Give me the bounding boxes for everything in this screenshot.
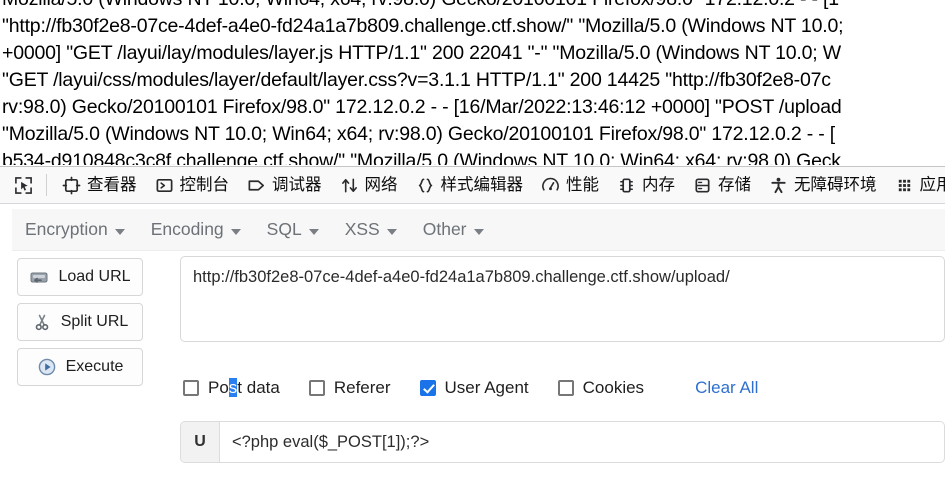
log-line: "GET /layui/css/modules/layer/default/la… xyxy=(2,69,831,91)
storage-icon xyxy=(693,176,712,195)
menu-other[interactable]: Other xyxy=(410,209,497,251)
checkbox-post-data[interactable]: Post data xyxy=(183,378,280,398)
menu-sql[interactable]: SQL xyxy=(254,209,332,251)
console-icon xyxy=(155,176,174,195)
access-log-lines: Mozilla/5.0 (Windows NT 10.0; Win64; x64… xyxy=(2,0,945,165)
tab-label: 网络 xyxy=(364,175,398,194)
menu-label: Encryption xyxy=(25,219,108,239)
log-line: rv:98.0) Gecko/20100101 Firefox/98.0" 17… xyxy=(2,96,842,118)
button-label: Split URL xyxy=(60,313,129,330)
user-agent-input[interactable] xyxy=(220,422,944,462)
tab-label: 控制台 xyxy=(179,175,230,194)
checkbox-label: Post data xyxy=(208,378,280,398)
execute-button[interactable]: Execute xyxy=(17,348,143,386)
network-icon xyxy=(340,176,359,195)
chevron-down-icon xyxy=(114,228,125,235)
chevron-down-icon xyxy=(386,228,397,235)
log-line: b534-d910848c3c8f.challenge.ctf.show/" "… xyxy=(2,150,841,165)
tab-accessibility[interactable]: 无障碍环境 xyxy=(760,170,886,200)
devtools-toolbar: 查看器 控制台 调试器 网络 样式编辑器 性能 内存 存储 无障碍环境 应 xyxy=(0,166,945,204)
url-input[interactable] xyxy=(180,256,945,342)
hackbar-fields: Post data Referer User Agent Cookies Cle… xyxy=(180,256,945,463)
tab-network[interactable]: 网络 xyxy=(331,170,407,200)
hackbar-panel: Encryption Encoding SQL XSS Other Load U… xyxy=(0,204,945,502)
label-text-after: t data xyxy=(237,378,280,397)
tab-label: 性能 xyxy=(566,175,599,194)
tab-inspector[interactable]: 查看器 xyxy=(53,170,146,200)
tab-label: 内存 xyxy=(642,175,675,194)
menu-xss[interactable]: XSS xyxy=(332,209,410,251)
tab-console[interactable]: 控制台 xyxy=(146,170,239,200)
tab-label: 调试器 xyxy=(272,175,322,194)
tab-label: 样式编辑器 xyxy=(440,175,524,194)
memory-icon xyxy=(617,176,636,195)
checkbox-label: User Agent xyxy=(444,378,529,397)
tab-memory[interactable]: 内存 xyxy=(608,170,684,200)
menu-label: SQL xyxy=(266,219,302,239)
checkbox-user-agent[interactable]: User Agent xyxy=(419,378,529,398)
load-url-button[interactable]: Load URL xyxy=(17,258,143,296)
debugger-icon xyxy=(247,176,266,195)
split-url-button[interactable]: Split URL xyxy=(17,303,143,341)
inspector-icon xyxy=(62,176,81,195)
checkbox-referer[interactable]: Referer xyxy=(308,378,391,398)
menu-encoding[interactable]: Encoding xyxy=(138,209,254,251)
hackbar-menubar: Encryption Encoding SQL XSS Other xyxy=(12,209,945,251)
tab-label: 应用程序 xyxy=(919,175,945,194)
request-options-row: Post data Referer User Agent Cookies Cle… xyxy=(180,368,945,408)
log-line: "http://fb30f2e8-07ce-4def-a4e0-fd24a1a7… xyxy=(2,15,844,37)
tab-label: 无障碍环境 xyxy=(794,175,877,194)
play-icon xyxy=(37,357,57,377)
load-url-icon xyxy=(29,267,49,287)
menu-label: XSS xyxy=(344,219,380,239)
label-text-before: Po xyxy=(208,378,229,397)
chevron-down-icon xyxy=(473,228,484,235)
style-editor-icon xyxy=(416,176,435,195)
checkbox-cookies[interactable]: Cookies xyxy=(557,378,645,398)
application-icon xyxy=(895,176,914,195)
accessibility-icon xyxy=(769,176,788,195)
user-agent-prefix-label: U xyxy=(181,422,220,462)
element-picker-button[interactable] xyxy=(6,170,40,200)
menu-label: Encoding xyxy=(150,219,224,239)
log-line: Mozilla/5.0 (Windows NT 10.0; Win64; x64… xyxy=(2,0,945,13)
checkbox-label: Referer xyxy=(333,378,391,397)
user-agent-row: U xyxy=(180,421,945,463)
checkbox-label: Cookies xyxy=(582,378,645,397)
tab-label: 查看器 xyxy=(87,175,137,194)
access-log-output: Mozilla/5.0 (Windows NT 10.0; Win64; x64… xyxy=(0,0,945,165)
scissors-icon xyxy=(32,312,52,332)
hackbar-action-buttons: Load URL Split URL Execute xyxy=(17,258,143,393)
tab-application[interactable]: 应用程序 xyxy=(886,170,945,200)
button-label: Execute xyxy=(65,358,124,375)
checkbox-box[interactable] xyxy=(183,380,199,396)
performance-icon xyxy=(541,176,560,195)
tab-performance[interactable]: 性能 xyxy=(532,170,608,200)
button-label: Load URL xyxy=(58,268,131,285)
checkbox-box[interactable] xyxy=(308,380,325,396)
menu-encryption[interactable]: Encryption xyxy=(12,209,138,251)
clear-all-link[interactable]: Clear All xyxy=(695,378,758,398)
element-picker-icon xyxy=(14,176,32,194)
menu-label: Other xyxy=(422,219,467,239)
checkbox-box[interactable] xyxy=(557,380,574,396)
chevron-down-icon xyxy=(230,228,241,235)
tab-storage[interactable]: 存储 xyxy=(684,170,760,200)
tab-label: 存储 xyxy=(718,175,751,194)
tab-debugger[interactable]: 调试器 xyxy=(238,170,331,200)
log-line: +0000] "GET /layui/lay/modules/layer.js … xyxy=(2,42,841,64)
toolbar-divider xyxy=(46,174,47,196)
chevron-down-icon xyxy=(308,228,319,235)
log-line: "Mozilla/5.0 (Windows NT 10.0; Win64; x6… xyxy=(2,123,836,145)
tab-style-editor[interactable]: 样式编辑器 xyxy=(407,170,533,200)
checkbox-box[interactable] xyxy=(419,380,436,396)
